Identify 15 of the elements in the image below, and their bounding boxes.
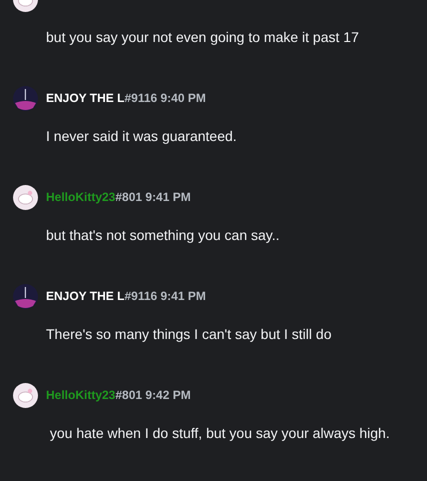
avatar-icon[interactable]	[13, 382, 38, 408]
tag-and-timestamp: #801 9:41 PM	[115, 189, 191, 206]
username[interactable]: ENJOY THE L	[46, 89, 124, 107]
username[interactable]: HelloKitty23	[46, 386, 116, 404]
tag-and-timestamp: #9116 9:41 PM	[124, 288, 206, 305]
tag-and-timestamp: #9116 9:40 PM	[124, 90, 206, 107]
tag-and-timestamp: #801 9:42 PM	[115, 387, 191, 404]
message-text: I never said it was guaranteed.	[46, 127, 238, 146]
avatar-icon[interactable]	[13, 184, 38, 210]
message-text: but that's not something you can say..	[46, 226, 281, 245]
message-text: you hate when I do stuff, but you say your always high.	[48, 424, 391, 443]
username[interactable]: ENJOY THE L	[46, 287, 124, 305]
message-text: There's so many things I can't say but I still do	[46, 325, 332, 344]
username[interactable]: HelloKitty23	[46, 188, 116, 206]
message-text: but you say your not even going to make it past 17	[46, 28, 360, 47]
